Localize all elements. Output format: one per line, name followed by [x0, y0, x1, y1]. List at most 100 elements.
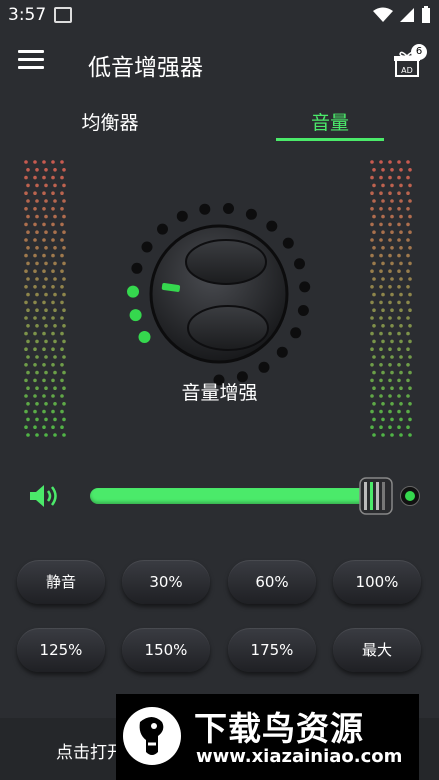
knob-level-dot [299, 281, 311, 293]
meter-dot [42, 175, 46, 180]
meter-dot [26, 199, 30, 203]
volume-slider-track[interactable] [90, 488, 368, 504]
preset-30-button[interactable]: 30% [122, 560, 210, 604]
knob-level-dot [294, 258, 305, 270]
slider-end-indicator [400, 486, 420, 506]
meter-dot [51, 285, 55, 289]
meter-dot [388, 409, 392, 414]
preset-100-button[interactable]: 100% [333, 560, 421, 604]
meter-dot [370, 425, 374, 430]
meter-dot [388, 238, 392, 242]
meter-dot [379, 347, 383, 351]
meter-dot [35, 370, 39, 375]
meter-dot [406, 285, 410, 289]
meter-dot [44, 246, 48, 250]
meter-dot [35, 417, 39, 422]
meter-dot [42, 425, 46, 430]
meter-dot [60, 331, 64, 336]
meter-dot [33, 160, 37, 164]
meter-dot [390, 246, 394, 250]
knob-level-dot [290, 327, 302, 339]
knob-level-dot [157, 223, 168, 235]
knob-level-dot [223, 203, 234, 214]
meter-dot [372, 246, 376, 250]
meter-dot [24, 222, 28, 227]
meter-dot [42, 269, 46, 273]
meter-dot [26, 214, 30, 219]
preset-150-button[interactable]: 150% [122, 628, 210, 672]
meter-dot [51, 425, 55, 430]
meter-dot [42, 300, 46, 305]
meter-dot [381, 246, 385, 250]
meter-dot [51, 363, 55, 367]
meter-dot [60, 191, 64, 195]
meter-dot [388, 253, 392, 258]
meter-dot [26, 230, 30, 234]
tab-equalizer[interactable]: 均衡器 [55, 108, 165, 135]
meter-dot [33, 269, 37, 273]
status-icons [373, 6, 431, 24]
meter-dot [379, 331, 383, 336]
meter-dot [406, 222, 410, 227]
preset-175-button[interactable]: 175% [228, 628, 316, 672]
meter-dot [35, 214, 39, 219]
meter-dot [33, 207, 37, 211]
meter-dot [388, 191, 392, 195]
meter-dot [388, 160, 392, 164]
meter-dot [53, 277, 57, 281]
meter-dot [44, 168, 48, 172]
volume-slider-thumb[interactable] [356, 476, 396, 516]
knob-level-dot [297, 305, 309, 316]
meter-dot [62, 199, 66, 203]
meter-dot [370, 253, 374, 258]
speaker-icon[interactable] [28, 482, 60, 510]
meter-dot [399, 433, 403, 437]
meter-dot [399, 355, 403, 359]
meter-dot [406, 316, 410, 320]
meter-dot [399, 417, 403, 422]
meter-dot [62, 308, 66, 312]
preset-60-button[interactable]: 60% [228, 560, 316, 604]
knob-level-dot [199, 203, 211, 215]
meter-dot [62, 339, 66, 344]
watermark-bird-logo [123, 707, 181, 765]
meter-dot [408, 308, 412, 312]
preset-125-button[interactable]: 125% [17, 628, 105, 672]
meter-dot [44, 433, 48, 437]
meter-dot [26, 246, 30, 250]
meter-dot [60, 253, 64, 258]
meter-dot [381, 199, 385, 203]
meter-dot [370, 409, 374, 414]
app-title: 低音增强器 [88, 55, 203, 81]
meter-dot [24, 175, 28, 180]
knob-level-dot [245, 208, 257, 220]
meter-dot [379, 207, 383, 211]
meter-dot [370, 207, 374, 211]
meter-dot [42, 331, 46, 336]
volume-boost-knob[interactable] [124, 200, 314, 390]
watermark-url: www.xiazainiao.com [196, 746, 403, 767]
knob-label: 音量增强 [181, 382, 258, 404]
meter-dot [397, 160, 401, 164]
meter-dot [62, 277, 66, 281]
preset-mute-button[interactable]: 静音 [17, 560, 105, 604]
meter-dot [408, 246, 412, 250]
meter-dot [35, 168, 39, 172]
tab-volume[interactable]: 音量 [275, 108, 385, 135]
meter-dot [44, 370, 48, 375]
meter-dot [397, 300, 401, 305]
meter-dot [35, 261, 39, 266]
meter-dot [26, 433, 30, 437]
ad-gift-button[interactable]: AD 6 [393, 44, 427, 78]
menu-button[interactable] [18, 50, 48, 76]
meter-dot [51, 269, 55, 273]
meter-dot [33, 222, 37, 227]
meter-dot [370, 316, 374, 320]
meter-dot [390, 308, 394, 312]
meter-dot [399, 324, 403, 328]
meter-dot [372, 292, 376, 297]
meter-dot [372, 308, 376, 312]
preset-max-button[interactable]: 最大 [333, 628, 421, 672]
meter-dot [62, 183, 66, 188]
knob-level-dot [138, 331, 151, 343]
